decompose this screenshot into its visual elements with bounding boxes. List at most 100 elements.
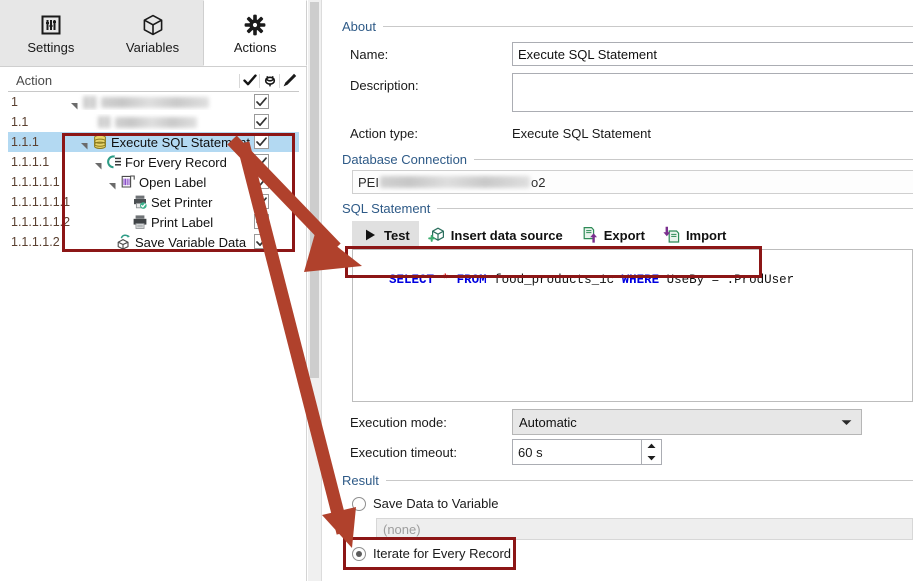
connection-blurred-part [380,176,530,188]
sql-statement-group-header: SQL Statement [342,201,913,216]
database-icon [92,134,108,150]
connection-suffix: o2 [531,175,545,190]
name-input[interactable]: Execute SQL Statement [512,42,913,66]
sql-token: SELECT [389,273,434,287]
save-data-to-variable-label: Save Data to Variable [373,496,499,511]
table-row[interactable]: 1.1.1.1.1.1 Set Printer [8,192,299,212]
sql-token: food_products_1c [487,273,622,287]
tab-actions-label: Actions [234,41,277,55]
tree-item-label: Set Printer [151,195,212,210]
save-variable-icon [116,234,132,250]
row-enabled-checkbox[interactable] [254,214,271,230]
row-enabled-checkbox[interactable] [254,134,271,150]
name-label: Name: [350,47,388,62]
tree-item-label: Execute SQL Statement [111,135,250,150]
insert-data-source-button[interactable]: Insert data source [419,221,572,249]
scrollbar-thumb[interactable] [310,2,319,378]
stepper-buttons[interactable] [641,440,661,464]
blurred-label [115,117,197,128]
about-group-header: About [342,19,913,34]
variable-select[interactable]: (none) [376,518,913,540]
left-panel: Settings Variables [0,0,307,581]
table-row[interactable]: 1.1.1 Execute SQL Statement [8,132,299,152]
table-row[interactable]: 1 [8,92,299,112]
test-button-label: Test [384,228,410,243]
execution-mode-label: Execution mode: [350,415,447,430]
iterate-for-every-record-label: Iterate for Every Record [373,546,511,561]
tab-strip: Settings Variables [0,0,307,67]
execution-timeout-value[interactable]: 60 s [513,440,641,464]
iterate-for-every-record-radio[interactable]: Iterate for Every Record [352,546,511,561]
sql-token: UseBy = :ProdUser [659,273,794,287]
export-button-label: Export [604,228,645,243]
execution-mode-select[interactable]: Automatic [512,409,862,435]
tab-actions[interactable]: Actions [203,0,307,66]
test-button[interactable]: Test [352,221,419,249]
sliders-icon [40,12,62,38]
expander-icon[interactable] [70,98,79,107]
row-number: 1.1.1.1.1.2 [8,215,70,229]
group-rule [386,480,913,481]
sql-query-editor[interactable]: SELECT * FROM food_products_1c WHERE Use… [352,249,913,402]
row-number: 1.1.1.1.1 [8,175,70,189]
export-button[interactable]: Export [572,221,654,249]
execution-timeout-stepper[interactable]: 60 s [512,439,662,465]
action-tree-header: Action [8,70,299,92]
chevron-down-icon[interactable] [841,410,852,434]
sql-token: FROM [457,273,487,287]
export-icon [581,226,599,244]
database-connection-group-title: Database Connection [342,152,467,167]
execution-mode-value: Automatic [519,415,577,430]
tree-item-label: Open Label [139,175,206,190]
radio-indicator[interactable] [352,547,366,561]
table-row[interactable]: 1.1.1.1.2 Save Variable Data [8,232,299,252]
radio-indicator[interactable] [352,497,366,511]
save-data-to-variable-radio[interactable]: Save Data to Variable [352,496,499,511]
cube-icon [141,12,165,38]
action-tree[interactable]: 1 1.1 [8,92,299,572]
group-rule [474,159,913,160]
stepper-up-icon[interactable] [642,440,661,452]
expander-spacer [84,118,93,127]
row-enabled-checkbox[interactable] [254,154,271,170]
row-enabled-checkbox[interactable] [254,194,271,210]
table-row[interactable]: 1.1 [8,112,299,132]
row-number: 1.1.1.1.1.1 [8,195,70,209]
result-group-header: Result [342,473,913,488]
description-input[interactable] [512,73,913,112]
row-enabled-checkbox[interactable] [254,94,271,110]
expander-icon[interactable] [94,158,103,167]
execution-timeout-label: Execution timeout: [350,445,457,460]
expander-icon[interactable] [108,178,117,187]
enabled-check-icon[interactable] [240,70,259,92]
breakpoint-icon[interactable] [260,70,279,92]
set-printer-icon [132,194,148,210]
stepper-down-icon[interactable] [642,452,661,464]
edit-pencil-icon[interactable] [280,70,299,92]
sql-token [449,273,457,287]
row-enabled-checkbox[interactable] [254,234,271,250]
row-enabled-checkbox[interactable] [254,114,271,130]
database-connection-input[interactable]: PEI o2 [352,170,913,194]
expander-icon[interactable] [80,138,89,147]
gear-icon [243,12,267,38]
tab-settings[interactable]: Settings [0,0,102,66]
open-label-icon [120,174,136,190]
row-enabled-checkbox[interactable] [254,174,271,190]
print-label-icon [132,214,148,230]
tree-item-label: Save Variable Data [135,235,246,250]
sql-token: WHERE [622,273,660,287]
panel-scrollbar[interactable] [308,0,322,581]
application-window: Settings Variables [0,0,913,581]
action-type-value: Execute SQL Statement [512,126,651,141]
table-row[interactable]: 1.1.1.1 For Every Recor [8,152,299,172]
tab-variables[interactable]: Variables [102,0,204,66]
insert-data-source-label: Insert data source [451,228,563,243]
action-column-header[interactable]: Action [8,73,239,88]
connection-prefix: PEI [358,175,379,190]
import-button[interactable]: Import [654,221,735,249]
table-row[interactable]: 1.1.1.1.1 [8,172,299,192]
row-number: 1.1.1.1.2 [8,235,70,249]
tree-item-label: Print Label [151,215,213,230]
table-row[interactable]: 1.1.1.1.1.2 Print Label [8,212,299,232]
